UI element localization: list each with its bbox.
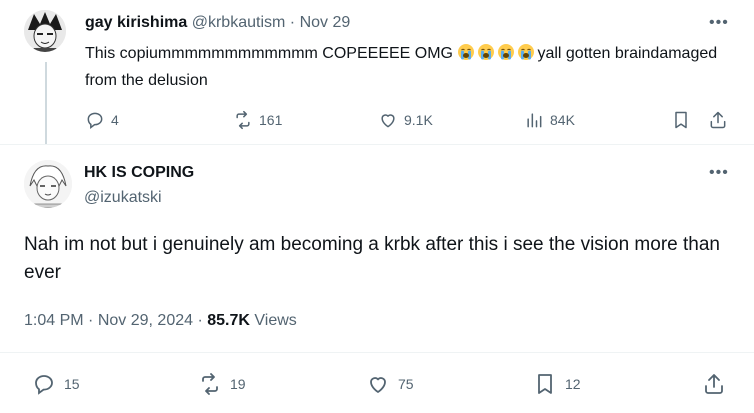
divider [0,144,754,145]
avatar-image [24,160,72,208]
loudly-crying-face-icon [518,44,535,60]
parent-views-count: 84K [550,112,575,128]
heart-icon [381,114,395,128]
views-icon [527,113,542,128]
bookmark-icon [675,111,687,129]
like-button[interactable]: 75 [366,372,414,396]
loudly-crying-face-icon [458,44,475,60]
tweet-time[interactable]: 1:04 PM [24,312,84,329]
parent-views-button[interactable]: 84K [524,110,575,130]
repost-icon [236,110,250,130]
tweet-thread: gay kirishima @krbkautism · Nov 29 ••• T… [0,0,754,413]
bookmark-icon [538,374,552,394]
parent-like-button[interactable]: 9.1K [378,110,433,130]
parent-like-count: 9.1K [404,112,433,128]
share-button[interactable] [702,372,726,396]
parent-more-button[interactable]: ••• [709,14,729,32]
parent-repost-count: 161 [259,112,283,128]
parent-handle[interactable]: @krbkautism [192,14,286,31]
parent-text-start: This copiummmmmmmmmmmm COPEEEEE OMG [85,45,458,62]
reply-count: 15 [64,376,80,392]
heart-icon [370,377,386,393]
parent-display-name[interactable]: gay kirishima [85,14,187,31]
loudly-crying-face-icon [478,44,495,60]
repost-count: 19 [230,376,246,392]
meta-dot: · [88,312,94,329]
parent-reply-button[interactable]: 4 [85,110,119,130]
reply-icon [35,375,53,395]
views-count: 85.7K [207,312,250,329]
views-label: Views [254,312,297,329]
loudly-crying-face-icon [498,44,515,60]
tweet-metadata: 1:04 PM · Nov 29, 2024 · 85.7K Views [24,312,297,330]
bookmark-button[interactable]: 12 [533,372,581,396]
meta-dot: · [197,312,203,329]
main-handle[interactable]: @izukatski [84,189,162,207]
share-icon [705,374,723,394]
main-tweet-text: Nah im not but i genuinely am becoming a… [24,234,720,283]
main-more-button[interactable]: ••• [709,164,729,182]
thread-connector-line [45,62,47,144]
parent-date[interactable]: Nov 29 [300,14,351,31]
parent-repost-button[interactable]: 161 [233,110,282,130]
reply-icon [87,112,103,130]
parent-reply-count: 4 [111,112,119,128]
bookmark-count: 12 [565,376,581,392]
emoji-group [457,43,537,69]
parent-separator: · [289,14,296,31]
divider [0,352,754,353]
tweet-date[interactable]: Nov 29, 2024 [98,312,193,329]
parent-avatar[interactable] [24,10,66,52]
repost-button[interactable]: 19 [198,372,246,396]
parent-bookmark-button[interactable] [671,110,691,130]
like-count: 75 [398,376,414,392]
parent-tweet-text: This copiummmmmmmmmmmm COPEEEEE OMG yall… [85,42,725,93]
repost-icon [202,373,218,395]
share-icon [710,111,726,129]
main-avatar[interactable] [24,160,72,208]
main-display-name[interactable]: HK IS COPING [84,164,194,182]
avatar-image [24,10,66,52]
parent-share-button[interactable] [708,110,728,130]
parent-header: gay kirishima @krbkautism · Nov 29 [85,14,350,32]
reply-button[interactable]: 15 [32,372,80,396]
